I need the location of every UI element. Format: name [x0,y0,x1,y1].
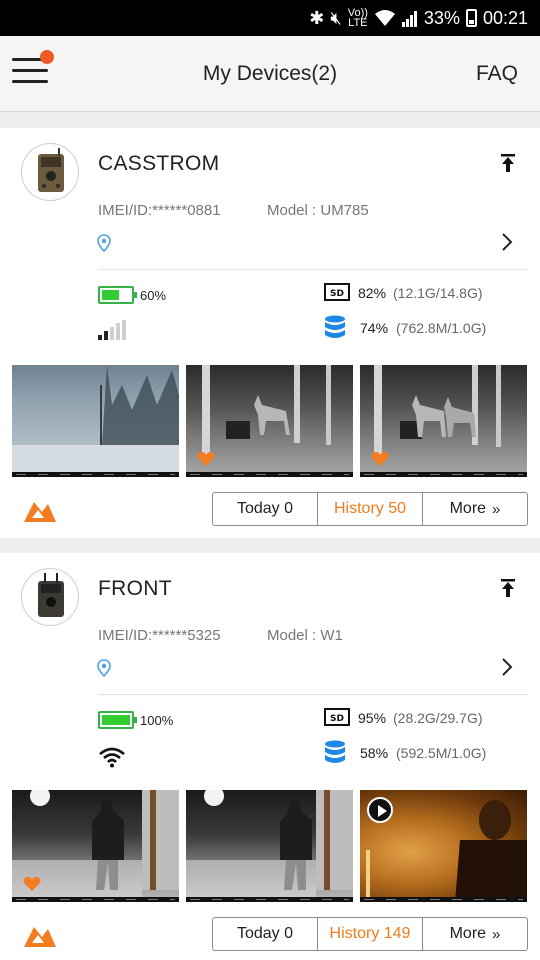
location-icon[interactable] [96,234,112,252]
divider [0,112,540,128]
battery-percent: 33% [423,7,460,28]
photo-filter-buttons: Today 0 History 149 More» [212,917,528,951]
sd-usage-percent: 95% [358,710,387,726]
volte-indicator: Vo)) LTE [347,7,368,29]
pin-to-top-icon[interactable] [500,579,516,597]
page-title: My Devices(2) [202,62,338,85]
favorite-heart-icon[interactable] [197,451,215,467]
sd-card-icon: SD [324,283,350,301]
bluetooth-icon: ✱ [309,7,325,28]
sd-usage-detail: (28.2G/29.7G) [393,710,483,726]
location-icon[interactable] [96,659,112,677]
photo-thumbnail[interactable] [186,365,353,477]
device-card[interactable]: FRONT IMEI/ID:******5325 Model : W1 100%… [0,553,540,960]
battery-icon [465,9,477,27]
data-usage-detail: (762.8M/1.0G) [396,320,487,336]
status-bar: ✱ 🔇︎ Vo)) LTE 33% 00:21 [0,0,540,36]
cell-signal-icon [401,11,417,27]
more-button[interactable]: More» [423,493,527,525]
device-model: Model : W1 [267,627,343,644]
more-button[interactable]: More» [423,918,527,950]
cell-signal-icon [98,320,126,340]
device-imei: IMEI/ID:******5325 [98,627,221,644]
device-imei: IMEI/ID:******0881 [98,202,221,219]
divider [98,269,528,270]
history-button[interactable]: History 50 [318,493,423,525]
sd-usage-detail: (12.1G/14.8G) [393,285,483,301]
svg-text:SD: SD [330,289,344,299]
camera-avatar [21,568,79,626]
mute-icon: 🔇︎ [330,7,342,28]
camera-avatar [21,143,79,201]
faq-link[interactable]: FAQ [476,62,518,86]
svg-text:SD: SD [330,714,344,724]
chevron-right-icon[interactable] [500,657,514,677]
photo-thumbnail[interactable] [12,365,179,477]
photo-thumbnail[interactable] [12,790,179,902]
brand-logo-icon [24,927,56,947]
app-header: My Devices(2) FAQ [0,36,540,112]
data-usage-icon [325,315,345,338]
sd-card-icon: SD [324,708,350,726]
double-chevron-icon: » [492,925,501,943]
double-chevron-icon: » [492,500,501,518]
chevron-right-icon[interactable] [500,232,514,252]
sd-usage-percent: 82% [358,285,387,301]
device-model: Model : UM785 [267,202,369,219]
data-usage-percent: 74% [360,320,389,336]
device-name: CASSTROM [98,152,220,175]
divider [98,694,528,695]
photo-thumbnail[interactable] [186,790,353,902]
divider [0,538,540,554]
data-usage-icon [325,740,345,763]
clock: 00:21 [482,7,528,28]
history-button[interactable]: History 149 [318,918,423,950]
video-play-icon[interactable] [367,797,393,823]
today-button[interactable]: Today 0 [213,493,318,525]
device-name: FRONT [98,577,172,600]
wifi-status-icon [374,10,395,26]
favorite-heart-icon[interactable] [371,451,389,467]
device-battery-icon [98,711,137,729]
battery-level: 60% [140,288,167,303]
wifi-icon [99,747,125,768]
photo-filter-buttons: Today 0 History 50 More» [212,492,528,526]
data-usage-detail: (592.5M/1.0G) [396,745,487,761]
battery-level: 100% [140,713,174,728]
device-card[interactable]: CASSTROM IMEI/ID:******0881 Model : UM78… [0,128,540,538]
today-button[interactable]: Today 0 [213,918,318,950]
brand-logo-icon [24,502,56,522]
data-usage-percent: 58% [360,745,389,761]
favorite-heart-icon[interactable] [23,876,41,892]
photo-thumbnail[interactable] [360,365,527,477]
device-battery-icon [98,286,137,304]
photo-thumbnail[interactable] [360,790,527,902]
pin-to-top-icon[interactable] [500,154,516,172]
